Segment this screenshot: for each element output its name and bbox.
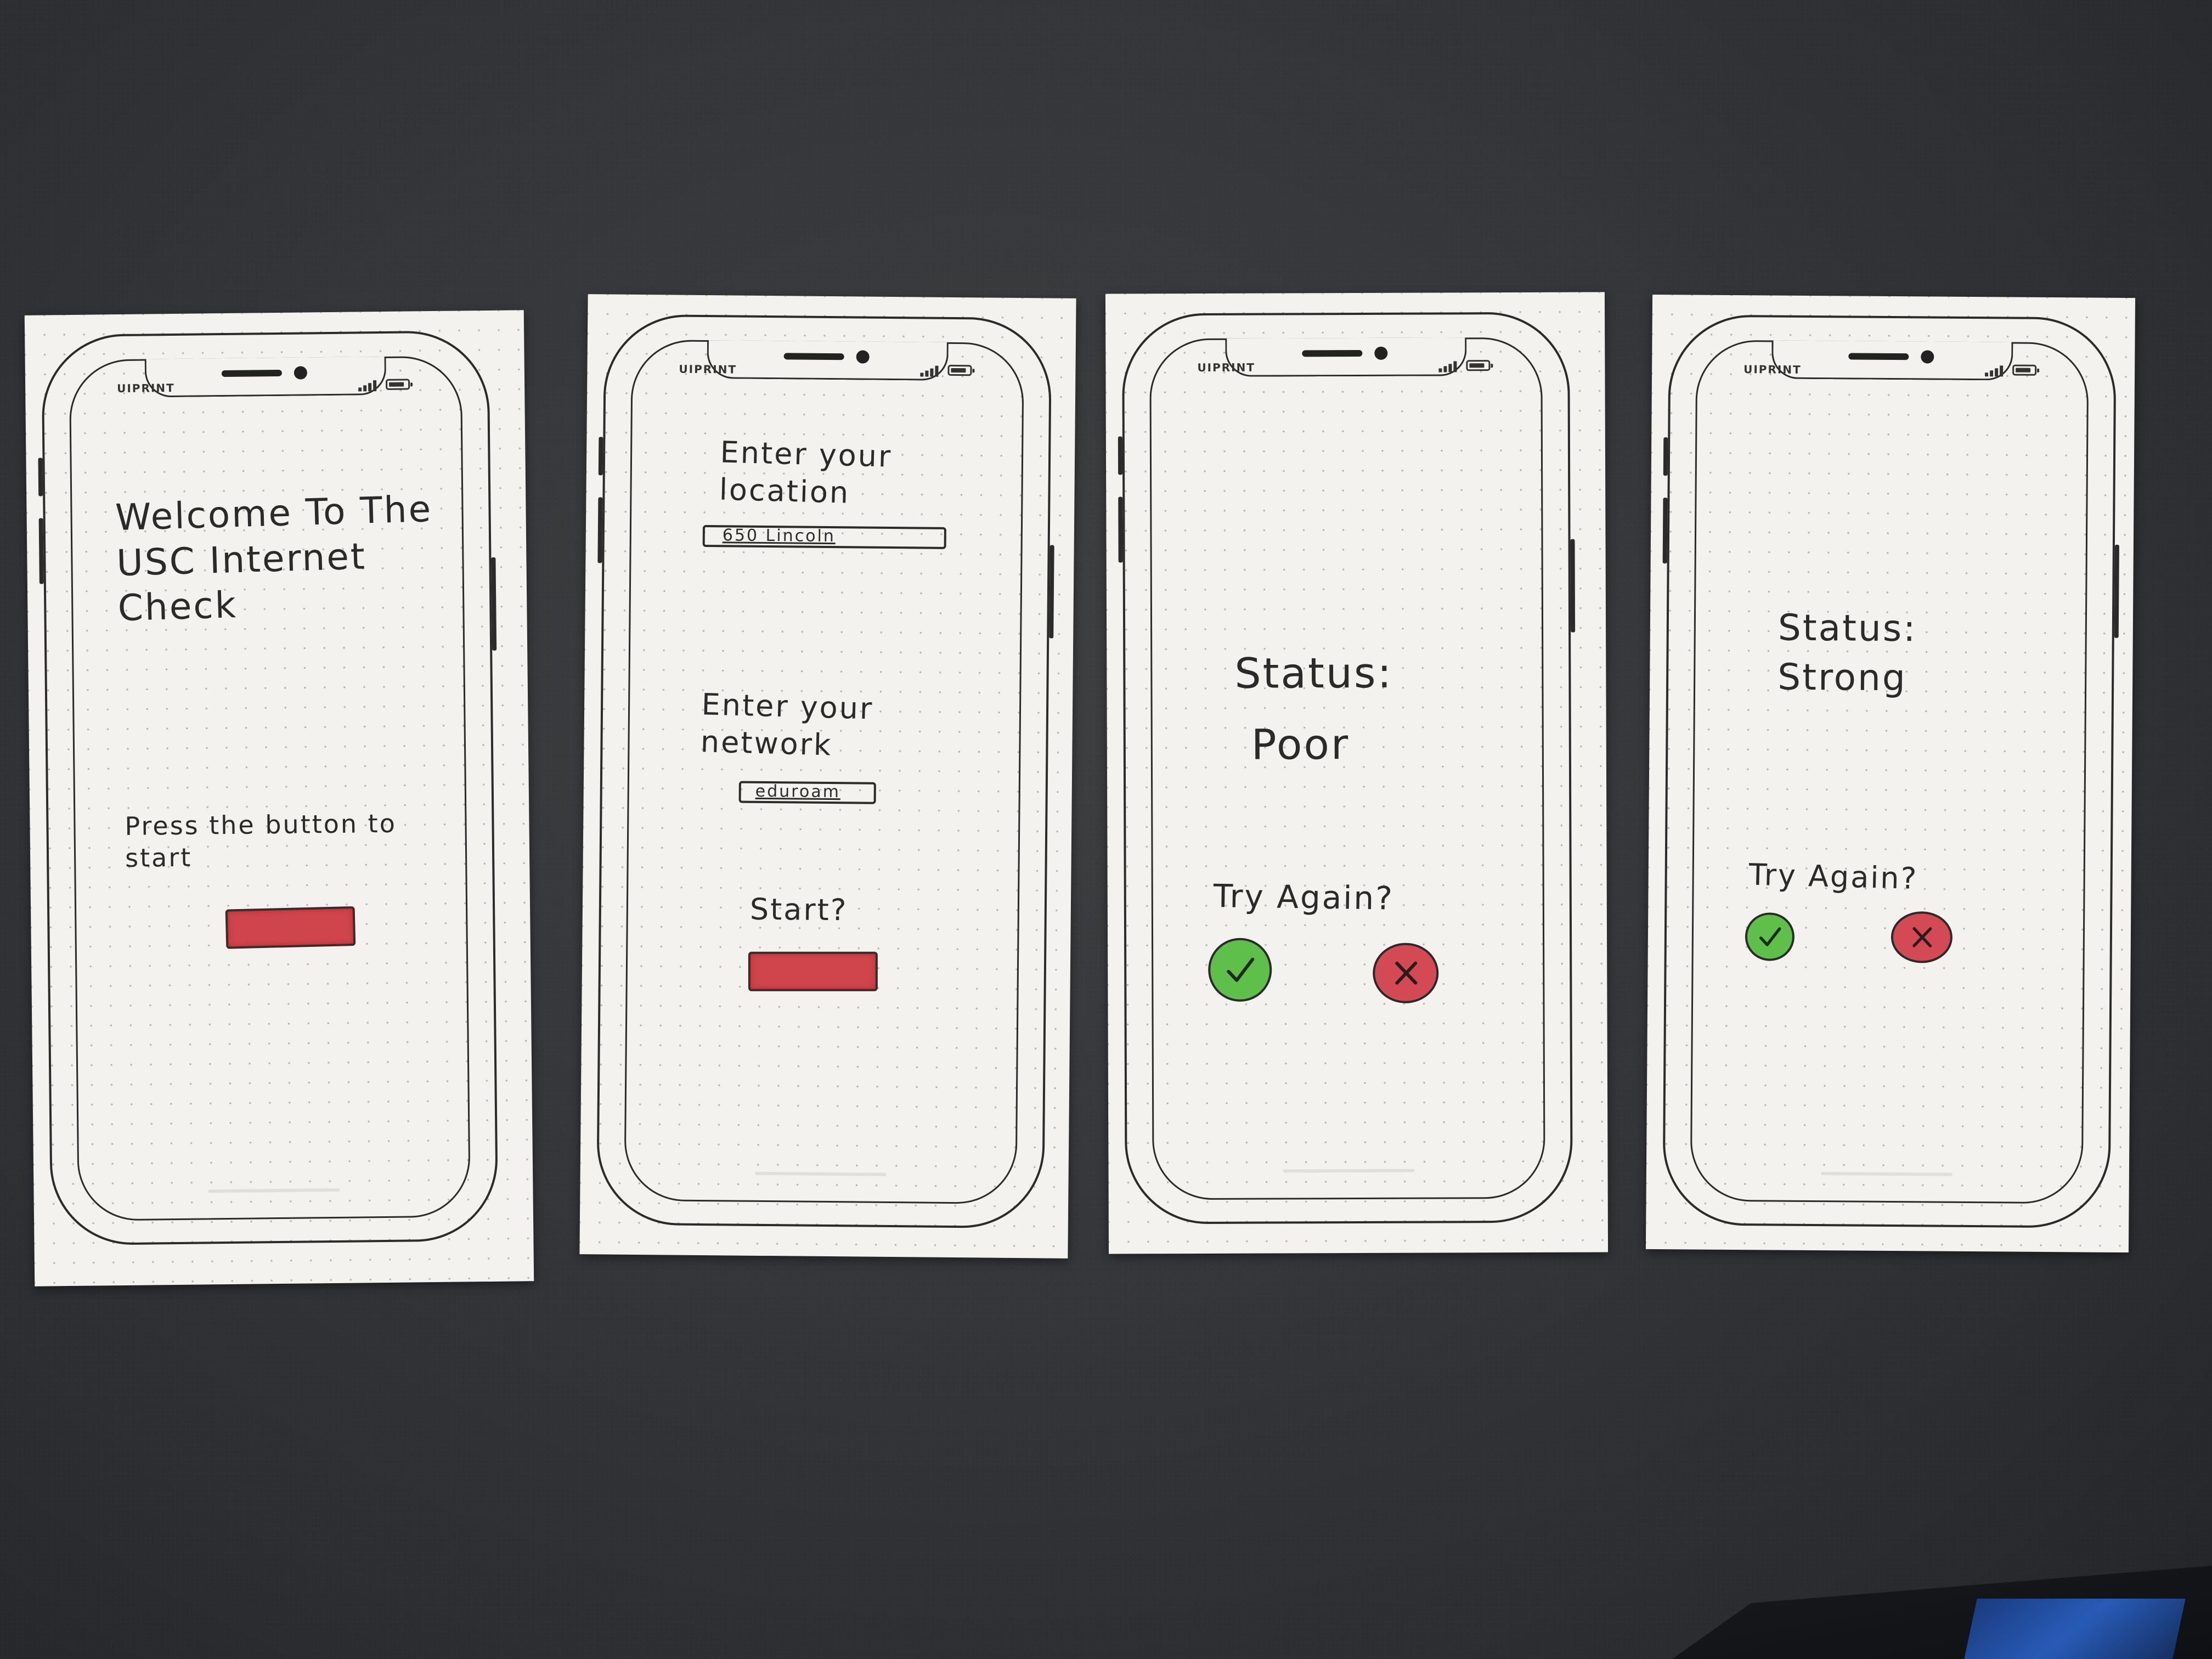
- battery-icon: [947, 364, 972, 376]
- camera-icon: [294, 366, 308, 380]
- signal-icon: [1985, 364, 2005, 377]
- phone-side-button: [598, 437, 603, 476]
- phone-side-button: [1662, 498, 1668, 564]
- phone-notch: [707, 340, 949, 381]
- battery-icon: [386, 379, 410, 390]
- accept-button[interactable]: [1208, 938, 1272, 1002]
- network-input[interactable]: eduroam: [738, 781, 876, 804]
- signal-icon: [920, 364, 940, 377]
- camera-icon: [1374, 346, 1388, 360]
- camera-icon: [856, 350, 870, 364]
- laptop-screen-glow: [1964, 1599, 2186, 1659]
- x-icon: [1395, 961, 1418, 985]
- phone-frame: UIPRINT Enter your location 650 Lincoln …: [596, 314, 1054, 1229]
- retry-prompt: Try Again?: [1213, 877, 1395, 917]
- phone-side-button: [38, 458, 43, 496]
- reject-button[interactable]: [1891, 911, 1953, 963]
- start-instruction: Press the button to start: [125, 808, 397, 873]
- checkmark-icon: [1227, 957, 1255, 982]
- phone-side-button: [491, 557, 497, 651]
- phone-side-button: [597, 497, 603, 563]
- phone-notch: [1771, 340, 2013, 381]
- start-button[interactable]: [225, 906, 356, 949]
- speaker-icon: [783, 353, 844, 360]
- phone-frame: UIPRINT Status: Strong Try Again?: [1662, 314, 2119, 1228]
- battery-icon: [2012, 364, 2037, 376]
- paper-sheet-4: UIPRINT Status: Strong Try Again?: [1645, 294, 2136, 1253]
- signal-icon: [358, 379, 378, 392]
- speaker-icon: [1302, 349, 1363, 357]
- status-value: Poor: [1251, 720, 1350, 769]
- phone-notch: [1225, 337, 1467, 377]
- brand-label: UIPRINT: [679, 362, 737, 376]
- location-prompt: Enter your location: [719, 435, 893, 510]
- reject-button[interactable]: [1373, 943, 1439, 1003]
- accept-button[interactable]: [1745, 912, 1795, 961]
- phone-screen: UIPRINT Welcome To The USC Internet Chec…: [69, 356, 471, 1221]
- brand-label: UIPRINT: [1743, 363, 1802, 376]
- phone-screen: UIPRINT Enter your location 650 Lincoln …: [624, 339, 1024, 1205]
- network-prompt: Enter your network: [700, 687, 874, 763]
- status-label: Status:: [1778, 606, 1917, 650]
- phone-side-button: [1118, 436, 1123, 475]
- phone-side-button: [38, 518, 44, 584]
- phone-side-button: [1663, 437, 1668, 476]
- signal-icon: [1438, 360, 1458, 373]
- status-value: Strong: [1777, 656, 1908, 699]
- retry-prompt: Try Again?: [1748, 857, 1918, 896]
- phone-side-button: [1049, 545, 1054, 639]
- paper-sheet-1: UIPRINT Welcome To The USC Internet Chec…: [24, 310, 534, 1286]
- speaker-icon: [1848, 353, 1909, 360]
- phone-notch: [144, 356, 387, 398]
- location-input[interactable]: 650 Lincoln: [702, 524, 946, 549]
- start-button[interactable]: [748, 951, 878, 991]
- home-indicator: [754, 1171, 887, 1176]
- phone-side-button: [2114, 544, 2119, 638]
- phone-frame: UIPRINT Status: Poor Try Again?: [1118, 312, 1576, 1224]
- phone-side-button: [1570, 539, 1576, 633]
- camera-icon: [1921, 350, 1934, 364]
- phone-side-button: [1118, 496, 1123, 563]
- welcome-title: Welcome To The USC Internet Check: [115, 488, 433, 630]
- home-indicator: [208, 1188, 340, 1193]
- checkmark-icon: [1759, 927, 1781, 946]
- home-indicator: [1820, 1172, 1953, 1176]
- x-icon: [1912, 927, 1932, 947]
- paper-sheet-2: UIPRINT Enter your location 650 Lincoln …: [579, 294, 1076, 1259]
- battery-icon: [1466, 360, 1491, 371]
- status-label: Status:: [1234, 648, 1393, 698]
- phone-frame: UIPRINT Welcome To The USC Internet Chec…: [38, 330, 499, 1246]
- brand-label: UIPRINT: [1197, 360, 1256, 375]
- brand-label: UIPRINT: [117, 381, 175, 396]
- start-label: Start?: [749, 891, 848, 928]
- phone-screen: UIPRINT Status: Poor Try Again?: [1149, 337, 1545, 1200]
- phone-screen: UIPRINT Status: Strong Try Again?: [1690, 340, 2089, 1204]
- paper-sheet-3: UIPRINT Status: Poor Try Again?: [1105, 292, 1609, 1254]
- home-indicator: [1283, 1169, 1415, 1173]
- speaker-icon: [221, 369, 282, 377]
